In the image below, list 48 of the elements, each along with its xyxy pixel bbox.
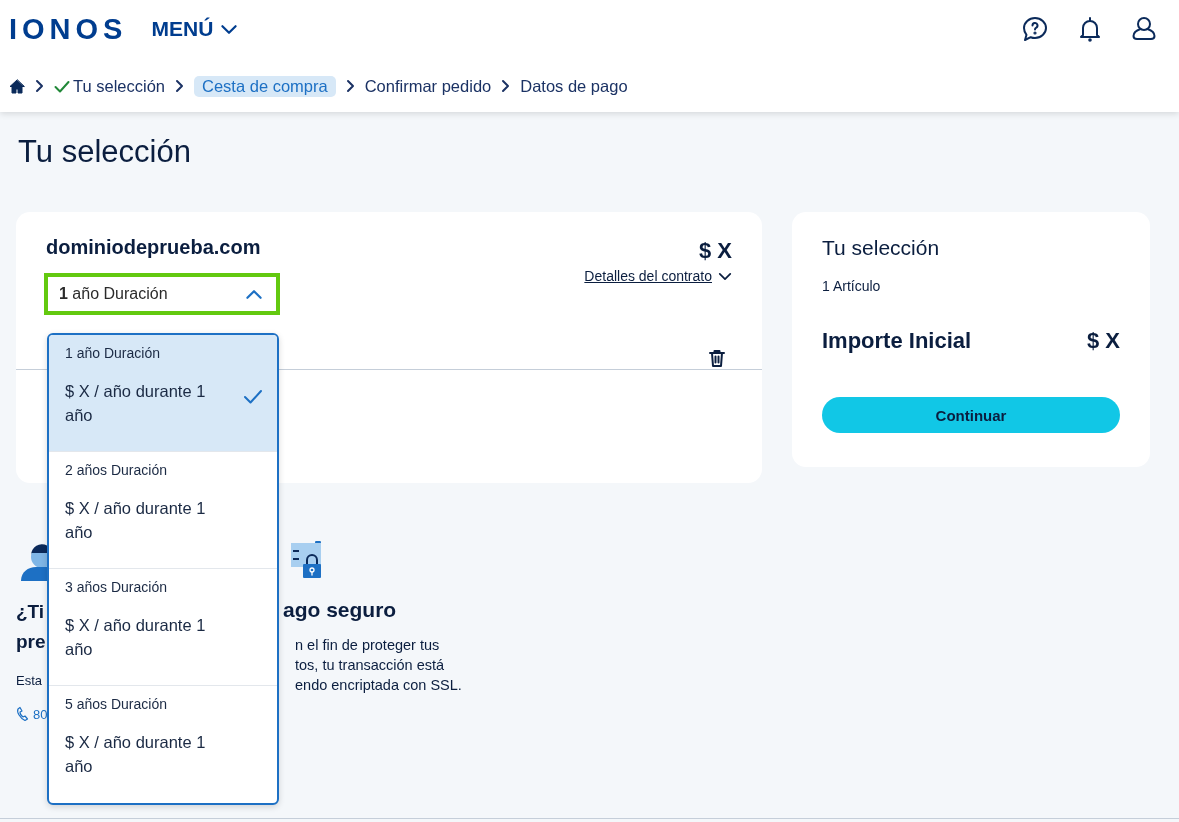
item-count: 1 Artículo xyxy=(822,278,882,294)
secure-text-fragment: tos, tu transacción está xyxy=(295,656,445,675)
help-text-fragment: Esta xyxy=(16,673,42,688)
item-price: $ X xyxy=(698,238,732,264)
duration-option[interactable]: 1 año Duración $ X / año durante 1 año xyxy=(49,335,277,452)
summary-title: Tu selección xyxy=(822,236,941,260)
breadcrumb-link[interactable]: Confirmar pedido xyxy=(364,76,492,96)
phone-number-fragment[interactable]: 80 xyxy=(33,706,48,722)
chevron-right-icon xyxy=(501,79,511,93)
trash-icon[interactable] xyxy=(709,349,725,367)
contract-details-link[interactable]: Detalles del contrato xyxy=(584,268,732,284)
phone-icon xyxy=(16,706,30,722)
breadcrumb-link[interactable]: Datos de pago xyxy=(520,76,628,96)
domain-name: dominiodeprueba.com xyxy=(46,236,262,259)
help-icon[interactable] xyxy=(1021,15,1049,43)
option-label: 1 año Duración xyxy=(65,345,161,361)
total-label: Importe Inicial xyxy=(822,328,972,354)
option-label: 5 años Duración xyxy=(65,696,168,712)
total-price: $ X xyxy=(1086,328,1120,354)
duration-option[interactable]: 2 años Duración $ X / año durante 1 año xyxy=(49,452,277,569)
logo[interactable]: IONOS xyxy=(9,12,128,46)
secure-text-fragment: n el fin de proteger tus xyxy=(295,636,440,655)
option-price: $ X / año durante 1 año xyxy=(65,732,207,777)
user-icon[interactable] xyxy=(1131,15,1157,43)
option-label: 2 años Duración xyxy=(65,462,168,478)
breadcrumb-link[interactable]: Cesta de compra xyxy=(194,75,336,97)
chevron-right-icon xyxy=(35,79,44,93)
continue-button[interactable]: Continuar xyxy=(822,397,1120,433)
option-price: $ X / año durante 1 año xyxy=(65,498,207,543)
duration-select[interactable]: 1 año Duración xyxy=(44,273,280,315)
help-title-fragment: ¿Ti xyxy=(16,600,46,624)
option-price: $ X / año durante 1 año xyxy=(65,381,207,426)
secure-text-fragment: endo encriptada con SSL. xyxy=(295,676,462,695)
chevron-icon xyxy=(718,271,732,281)
duration-option[interactable]: 3 años Duración $ X / año durante 1 año xyxy=(49,569,277,686)
option-label: 3 años Duración xyxy=(65,579,168,595)
notification-bell-icon[interactable] xyxy=(1077,15,1103,43)
chevron-right-icon xyxy=(175,79,184,93)
checkmark-icon xyxy=(243,389,263,404)
menu-button[interactable]: MENÚ xyxy=(151,17,239,41)
breadcrumb-link[interactable]: Tu selección xyxy=(73,76,165,96)
chevron-right-icon xyxy=(345,79,355,93)
page-title: Tu selección xyxy=(18,134,192,171)
duration-option[interactable]: 5 años Duración $ X / año durante 1 año xyxy=(49,686,277,803)
option-price: $ X / año durante 1 año xyxy=(65,615,207,660)
home-icon[interactable] xyxy=(9,78,25,94)
secure-title-fragment: ago seguro xyxy=(283,597,397,623)
help-title-fragment: pre xyxy=(16,630,46,654)
